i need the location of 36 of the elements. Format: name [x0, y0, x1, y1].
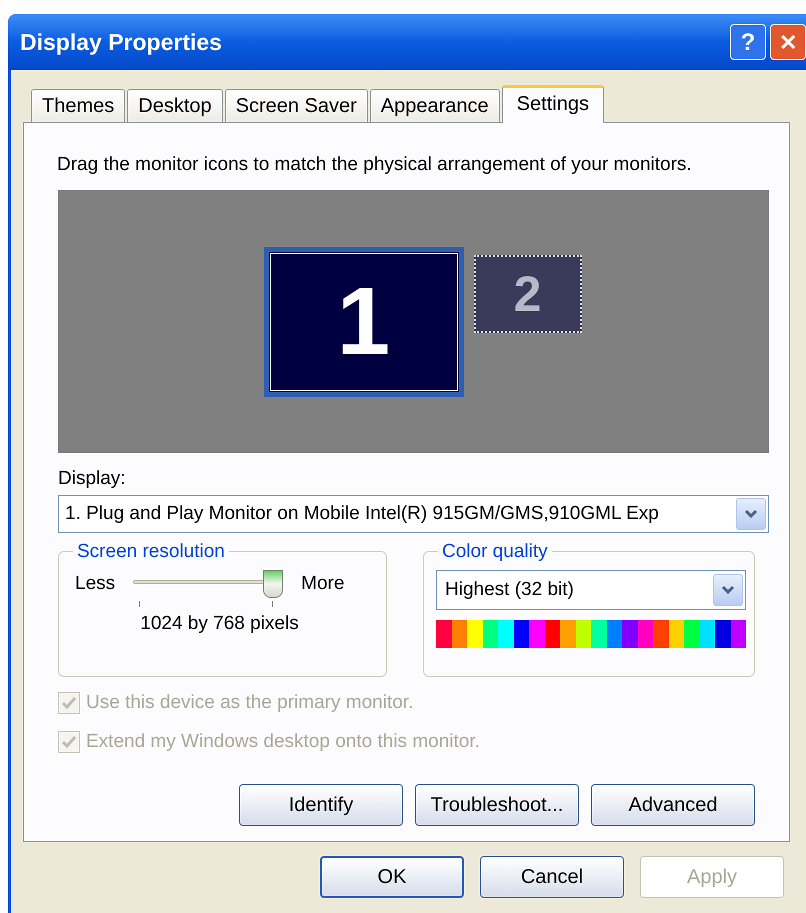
monitor-number: 1: [336, 274, 390, 370]
dialog-button[interactable]: Cancel: [480, 856, 624, 898]
color-quality-dropdown[interactable]: Highest (32 bit): [436, 570, 746, 610]
dropdown-value: 1. Plug and Play Monitor on Mobile Intel(R) 915GM/GMS,910GML Exp: [65, 502, 660, 526]
dialog-button[interactable]: OK: [320, 856, 464, 898]
checkbox-label: Extend my Windows desktop onto this monitor.: [86, 730, 480, 754]
monitor-tile[interactable]: 2: [474, 254, 582, 332]
slider-track[interactable]: [133, 570, 284, 608]
checkbox-label: Use this device as the primary monitor.: [86, 691, 414, 715]
tab[interactable]: Appearance: [370, 89, 500, 122]
window-title: Display Properties: [20, 28, 223, 57]
dropdown-button[interactable]: [736, 498, 766, 530]
check-icon: [62, 736, 76, 748]
resolution-reading: 1024 by 768 pixels: [140, 612, 299, 636]
panel-button[interactable]: Advanced: [591, 784, 755, 826]
tab[interactable]: Desktop: [127, 89, 223, 122]
chevron-down-icon: [744, 509, 758, 519]
less-label: Less: [75, 572, 116, 596]
chevron-down-icon: [721, 585, 735, 595]
display-label: Display:: [58, 466, 127, 490]
close-button[interactable]: ✕: [770, 24, 806, 60]
tab[interactable]: Screen Saver: [224, 89, 368, 122]
dropdown-value: Highest (32 bit): [445, 578, 575, 602]
tab[interactable]: Themes: [31, 89, 126, 122]
check-icon: [62, 697, 76, 710]
monitor-number: 2: [514, 268, 542, 318]
instructions-text: Drag the monitor icons to match the physical arrangement of your monitors.: [57, 153, 693, 177]
tab[interactable]: Settings: [502, 85, 604, 123]
more-label: More: [301, 572, 344, 596]
slider-thumb[interactable]: [263, 570, 284, 598]
panel-button[interactable]: Troubleshoot...: [415, 784, 579, 826]
dropdown-button[interactable]: [713, 574, 743, 606]
help-button[interactable]: ?: [730, 24, 766, 60]
monitor-tile[interactable]: 1: [264, 246, 464, 396]
display-dropdown[interactable]: 1. Plug and Play Monitor on Mobile Intel(R) 915GM/GMS,910GML Exp: [58, 495, 769, 533]
panel-button[interactable]: Identify: [239, 784, 403, 826]
